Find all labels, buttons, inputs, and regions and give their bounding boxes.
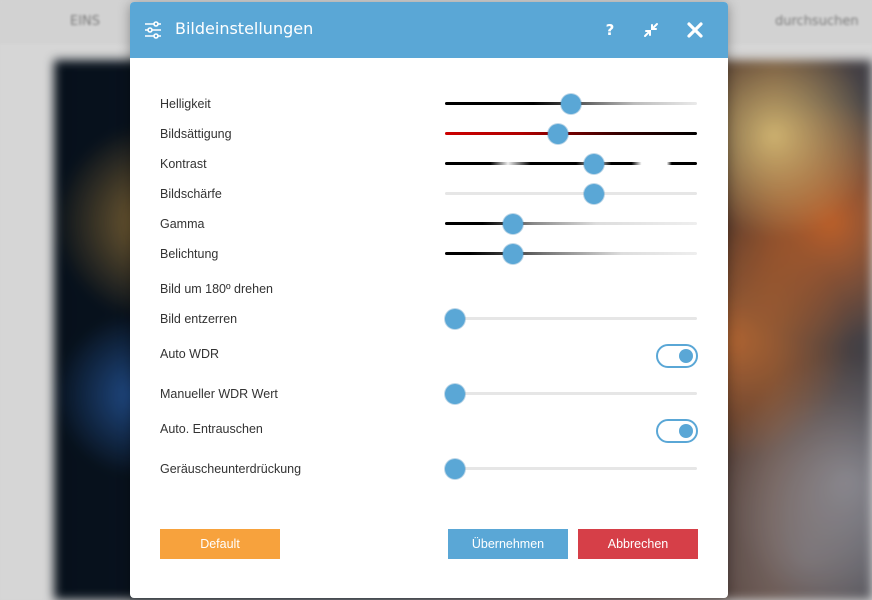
brightness-thumb[interactable]: [561, 94, 581, 114]
saturation-thumb[interactable]: [548, 124, 569, 144]
saturation-label: Bildsättigung: [160, 127, 232, 141]
dewarp-slider[interactable]: [445, 309, 697, 329]
auto-denoise-label: Auto. Entrauschen: [160, 422, 263, 436]
saturation-track: [445, 132, 697, 135]
exposure-slider[interactable]: [445, 244, 697, 264]
cancel-button[interactable]: Abbrechen: [578, 529, 698, 559]
brightness-label: Helligkeit: [160, 97, 211, 111]
brightness-slider[interactable]: [445, 94, 697, 114]
sliders-icon: [145, 21, 161, 39]
help-icon: ?: [605, 21, 615, 39]
saturation-slider[interactable]: [445, 124, 697, 144]
exposure-track: [445, 252, 697, 255]
gamma-slider[interactable]: [445, 214, 697, 234]
close-button[interactable]: [683, 18, 707, 42]
contrast-track: [445, 162, 697, 165]
rotate-180-label[interactable]: Bild um 180º drehen: [160, 282, 273, 296]
auto-wdr-toggle[interactable]: [656, 344, 698, 368]
auto-wdr-toggle-knob: [679, 349, 693, 363]
manual-wdr-slider[interactable]: [445, 384, 697, 404]
contrast-label: Kontrast: [160, 157, 207, 171]
sharpness-track: [445, 192, 697, 195]
collapse-button[interactable]: [639, 18, 663, 42]
contrast-thumb[interactable]: [583, 154, 604, 174]
dewarp-label: Bild entzerren: [160, 312, 238, 326]
sharpness-thumb[interactable]: [583, 184, 604, 204]
gamma-thumb[interactable]: [503, 214, 524, 234]
dialog-header: Bildeinstellungen ?: [130, 2, 728, 58]
manual-wdr-track: [445, 392, 697, 395]
noise-reduction-thumb[interactable]: [445, 459, 466, 479]
dialog-title: Bildeinstellungen: [175, 19, 314, 38]
noise-reduction-slider[interactable]: [445, 459, 697, 479]
close-icon: [687, 22, 703, 38]
gamma-label: Gamma: [160, 217, 205, 231]
compress-icon: [644, 23, 658, 37]
noise-reduction-label: Geräuscheunterdrückung: [160, 462, 302, 476]
auto-denoise-toggle-knob: [679, 424, 693, 438]
apply-button[interactable]: Übernehmen: [448, 529, 568, 559]
exposure-thumb[interactable]: [503, 244, 524, 264]
image-settings-dialog: Bildeinstellungen ? Helligkeit Bildsätti…: [130, 2, 728, 598]
gamma-track: [445, 222, 697, 225]
help-button[interactable]: ?: [598, 18, 622, 42]
noise-reduction-track: [445, 467, 697, 470]
sharpness-slider[interactable]: [445, 184, 697, 204]
auto-wdr-label: Auto WDR: [160, 347, 220, 361]
sharpness-label: Bildschärfe: [160, 187, 222, 201]
dewarp-track: [445, 317, 697, 320]
default-button[interactable]: Default: [160, 529, 280, 559]
manual-wdr-label: Manueller WDR Wert: [160, 387, 278, 401]
manual-wdr-thumb[interactable]: [445, 384, 466, 404]
dewarp-thumb[interactable]: [445, 309, 466, 329]
exposure-label: Belichtung: [160, 247, 219, 261]
contrast-slider[interactable]: [445, 154, 697, 174]
auto-denoise-toggle[interactable]: [656, 419, 698, 443]
